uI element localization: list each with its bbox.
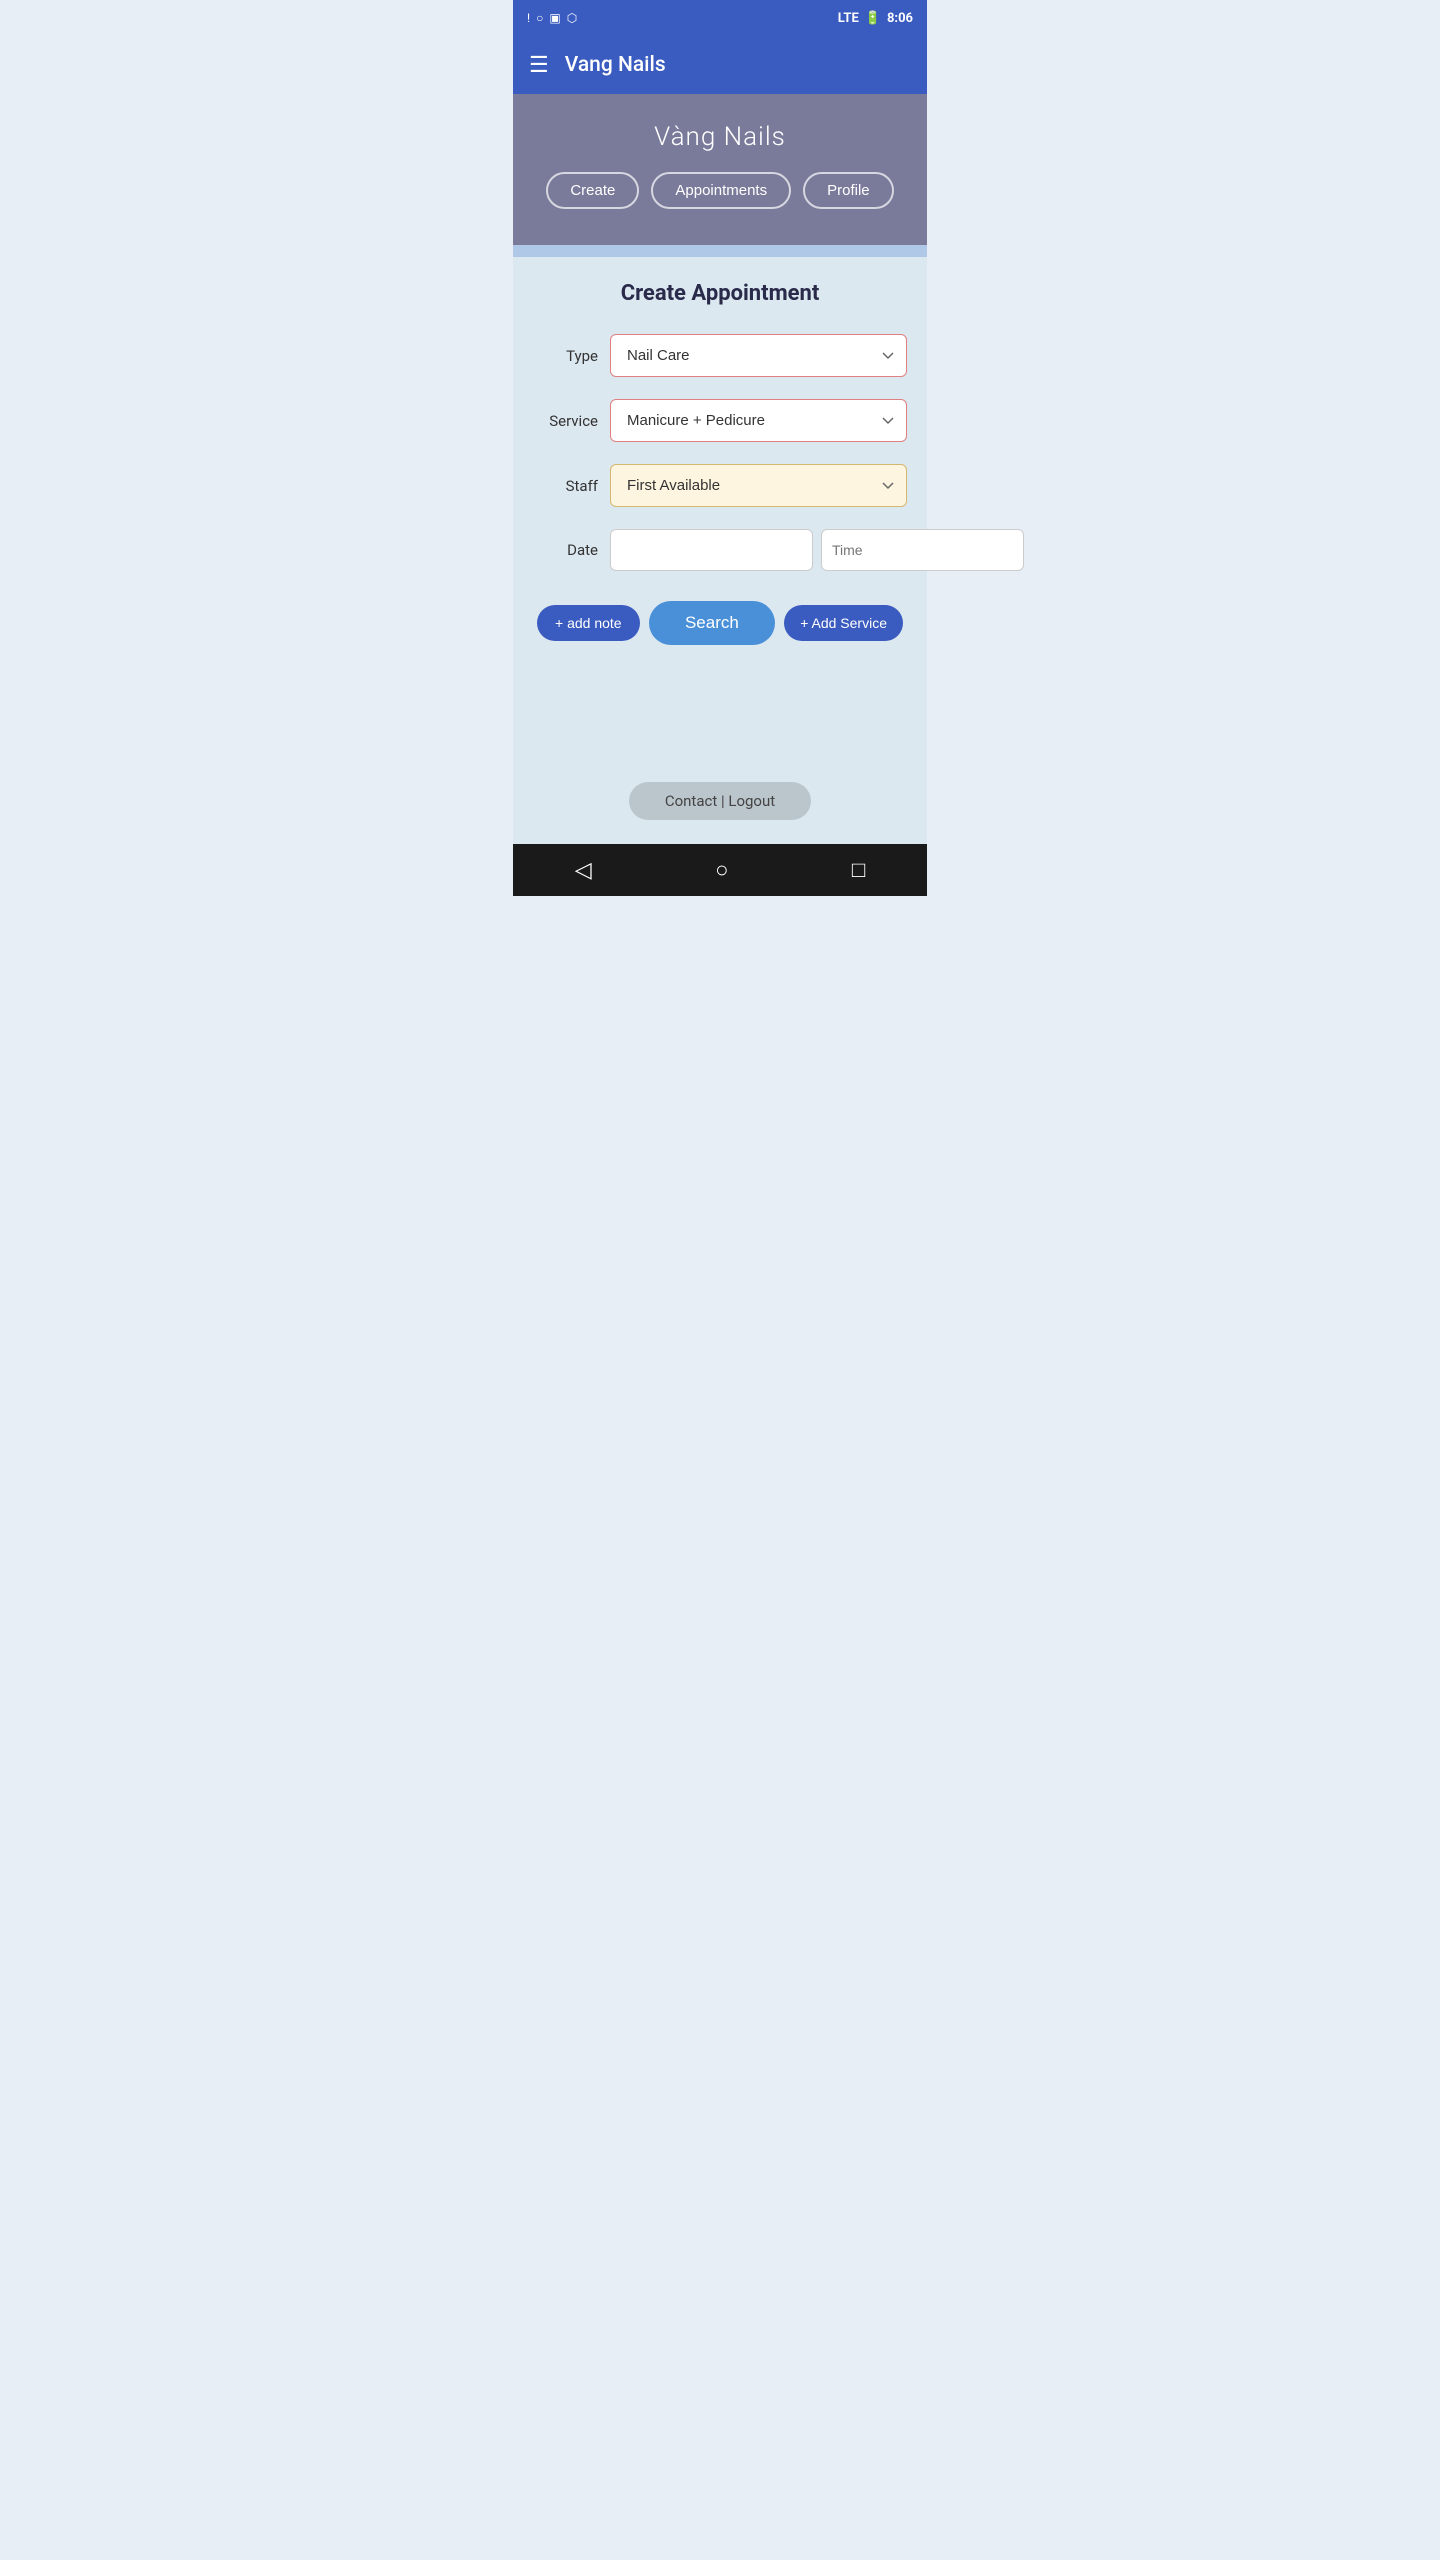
home-button[interactable]: ○ xyxy=(715,857,728,883)
footer-links: Contact | Logout xyxy=(629,782,811,820)
hero-section: Vàng Nails Create Appointments Profile xyxy=(513,94,927,245)
status-icons: ! ○ ▣ ⬡ xyxy=(527,11,577,25)
service-label: Service xyxy=(533,412,598,430)
date-label: Date xyxy=(533,541,598,559)
action-row: + add note Search + Add Service xyxy=(533,601,907,645)
top-nav: ☰ Vang Nails xyxy=(513,36,927,94)
bottom-nav: ◁ ○ □ xyxy=(513,844,927,896)
service-row: Service Manicure + Pedicure Manicure Ped… xyxy=(533,399,907,442)
footer-area: Contact | Logout xyxy=(513,766,927,844)
notification-icon: ! xyxy=(527,11,530,25)
type-select[interactable]: Nail Care Hair Spa xyxy=(610,334,907,377)
staff-label: Staff xyxy=(533,477,598,495)
battery-icon: 🔋 xyxy=(865,11,881,26)
type-row: Type Nail Care Hair Spa xyxy=(533,334,907,377)
salon-name: Vàng Nails xyxy=(654,122,786,152)
app-icon-1: ▣ xyxy=(549,11,560,25)
recent-apps-button[interactable]: □ xyxy=(852,857,865,883)
back-button[interactable]: ◁ xyxy=(575,858,592,883)
search-button[interactable]: Search xyxy=(649,601,775,645)
create-button[interactable]: Create xyxy=(546,172,639,209)
service-select[interactable]: Manicure + Pedicure Manicure Pedicure xyxy=(610,399,907,442)
app-title: Vang Nails xyxy=(565,53,666,77)
form-title: Create Appointment xyxy=(533,281,907,306)
add-note-button[interactable]: + add note xyxy=(537,605,640,641)
logout-link[interactable]: Logout xyxy=(728,792,775,810)
date-input[interactable] xyxy=(610,529,813,571)
date-time-group xyxy=(610,529,1024,571)
staff-select[interactable]: First Available Staff 1 Staff 2 xyxy=(610,464,907,507)
appointment-form: Type Nail Care Hair Spa Service Manicure… xyxy=(533,334,907,571)
app-icon-2: ⬡ xyxy=(567,11,577,25)
clock: 8:06 xyxy=(887,11,913,26)
lte-icon: LTE xyxy=(838,11,859,26)
staff-row: Staff First Available Staff 1 Staff 2 xyxy=(533,464,907,507)
status-right: LTE 🔋 8:06 xyxy=(838,11,913,26)
date-row: Date xyxy=(533,529,907,571)
sync-icon: ○ xyxy=(536,11,543,25)
contact-link[interactable]: Contact xyxy=(665,792,717,810)
add-service-button[interactable]: + Add Service xyxy=(784,605,903,641)
time-input[interactable] xyxy=(821,529,1024,571)
status-bar: ! ○ ▣ ⬡ LTE 🔋 8:06 xyxy=(513,0,927,36)
profile-button[interactable]: Profile xyxy=(803,172,894,209)
main-content: Create Appointment Type Nail Care Hair S… xyxy=(513,257,927,766)
hamburger-icon[interactable]: ☰ xyxy=(529,53,549,78)
type-label: Type xyxy=(533,347,598,365)
hero-nav-buttons: Create Appointments Profile xyxy=(546,172,893,209)
divider xyxy=(513,245,927,257)
appointments-button[interactable]: Appointments xyxy=(651,172,791,209)
